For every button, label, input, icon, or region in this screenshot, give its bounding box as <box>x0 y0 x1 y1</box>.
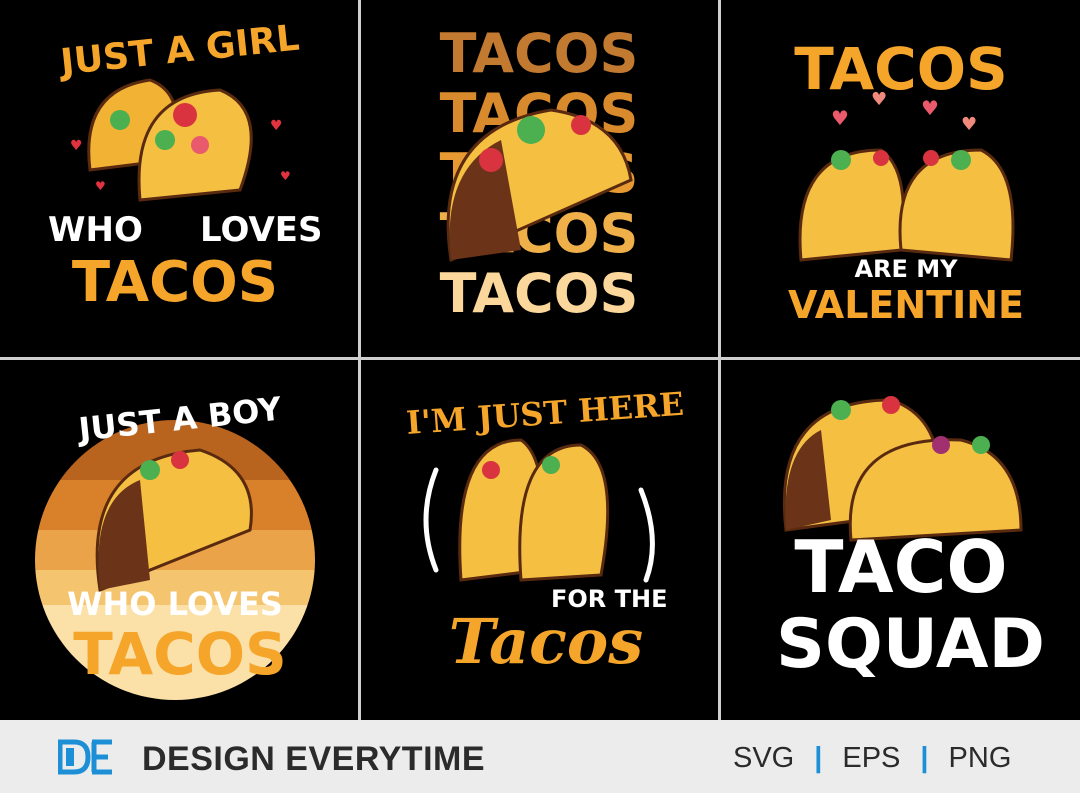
svg-text:♥: ♥ <box>961 114 977 135</box>
d6-squad: SQUAD <box>776 605 1045 684</box>
d3-valentine: VALENTINE <box>787 283 1025 327</box>
svg-text:♥: ♥ <box>921 96 939 120</box>
taco-illustration <box>446 108 633 263</box>
design-tacos-valentine: TACOS ♥ ♥ ♥ ♥ ARE MY VALENTINE <box>721 0 1080 357</box>
design-tacos-stack: TACOS TACOS TACOS TACOS TACOS <box>361 0 718 357</box>
format-separator: | <box>814 742 823 774</box>
format-eps: EPS <box>842 742 901 774</box>
design-grid: JUST A GIRL ♥ ♥ ♥ ♥ WHO LOVES TACOS TACO… <box>0 0 1080 720</box>
svg-text:♥: ♥ <box>270 118 283 134</box>
d4-tacos: TACOS <box>73 620 287 688</box>
format-svg: SVG <box>733 742 795 774</box>
svg-text:♥: ♥ <box>95 179 106 193</box>
svg-text:♥: ♥ <box>871 89 887 110</box>
d1-tacos: TACOS <box>71 250 279 315</box>
d5-tacos: Tacos <box>448 605 644 678</box>
d3-are-my: ARE MY <box>854 255 958 283</box>
d6-taco: TACO <box>794 525 1008 609</box>
design-just-here-for-tacos: I'M JUST HERE FOR THE Tacos <box>361 360 718 720</box>
d1-loves: LOVES <box>200 210 323 250</box>
footer-bar: DESIGN EVERYTIME SVG | EPS | PNG <box>0 720 1080 793</box>
design-just-a-girl: JUST A GIRL ♥ ♥ ♥ ♥ WHO LOVES TACOS <box>0 0 358 357</box>
design-everytime-logo-icon <box>58 739 112 775</box>
svg-text:♥: ♥ <box>70 138 83 154</box>
d4-who-loves: WHO LOVES <box>67 585 283 623</box>
design-taco-squad: TACO SQUAD <box>721 360 1080 720</box>
design-just-a-boy: JUST A BOY WHO LOVES TACOS <box>0 360 358 720</box>
format-separator: | <box>920 742 929 774</box>
d1-who: WHO <box>48 210 143 250</box>
svg-text:♥: ♥ <box>280 169 291 183</box>
brand-name: DESIGN EVERYTIME <box>142 740 486 778</box>
svg-text:♥: ♥ <box>831 106 849 130</box>
format-png: PNG <box>948 742 1012 774</box>
file-formats: SVG | EPS | PNG <box>733 742 1011 775</box>
